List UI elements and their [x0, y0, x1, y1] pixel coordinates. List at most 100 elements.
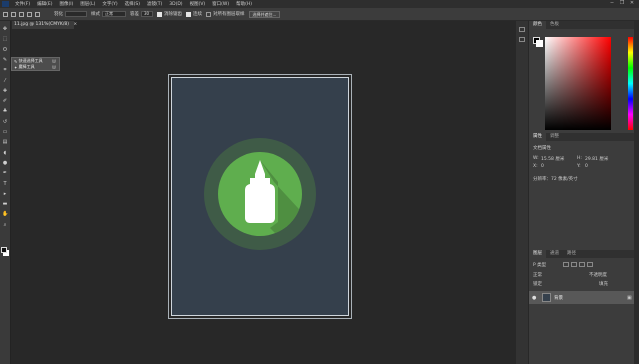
menu-type[interactable]: 文字(Y) — [102, 1, 117, 7]
new-selection-icon[interactable] — [11, 11, 16, 17]
sample-all-checkbox[interactable] — [206, 11, 211, 17]
menu-help[interactable]: 帮助(H) — [236, 1, 252, 7]
menu-filter[interactable]: 滤镜(T) — [147, 1, 162, 7]
document-properties-title: 文档属性 — [533, 146, 551, 151]
tab-properties[interactable]: 属性 — [529, 133, 546, 141]
type-icon[interactable]: T — [2, 181, 8, 187]
x-value[interactable]: 0 — [541, 164, 544, 169]
foreground-color-icon[interactable] — [1, 247, 7, 253]
tab-adjustments[interactable]: 调整 — [546, 133, 563, 141]
dodge-icon[interactable]: ● — [2, 160, 8, 166]
photoshop-logo-icon — [2, 1, 9, 7]
y-label: Y: — [577, 164, 581, 169]
eraser-icon[interactable]: ▭ — [2, 130, 8, 135]
sample-size-select[interactable] — [65, 11, 87, 17]
height-value[interactable]: 29.81 厘米 — [585, 156, 608, 162]
hue-slider[interactable] — [628, 37, 633, 130]
blend-mode-select[interactable]: 正常 — [533, 272, 542, 278]
layer-filter-select[interactable]: P 类型 — [533, 262, 546, 268]
size-field[interactable]: 30 — [141, 11, 153, 17]
menu-select[interactable]: 选择(S) — [125, 1, 140, 7]
tool-preset-icon[interactable] — [3, 11, 8, 17]
tool-flyout-menu: ✎ 快速选择工具 W ✦ 魔棒工具 W — [11, 57, 60, 71]
history-brush-icon[interactable]: ↺ — [2, 119, 8, 125]
marquee-icon[interactable]: ⬚ — [2, 37, 8, 42]
tab-paths[interactable]: 路径 — [563, 250, 580, 258]
intersect-selection-icon[interactable] — [35, 11, 40, 17]
properties-panel-tabs: 属性 调整 — [529, 133, 639, 141]
background-color-swatch[interactable] — [536, 40, 543, 47]
menu-window[interactable]: 窗口(W) — [212, 1, 229, 7]
menu-image[interactable]: 图像(I) — [59, 1, 73, 7]
tab-layers[interactable]: 图层 — [529, 250, 546, 258]
pixel-filter-icon[interactable] — [563, 262, 569, 267]
width-label: W: — [533, 156, 539, 161]
close-tab-icon[interactable]: × — [73, 22, 77, 27]
layer-filter-icons — [563, 262, 595, 267]
shape-icon[interactable]: ▬ — [2, 202, 8, 207]
lock-label: 锁定 — [533, 282, 542, 287]
zoom-icon[interactable]: ⌕ — [2, 222, 8, 228]
heal-icon[interactable]: ✚ — [2, 88, 8, 94]
color-picker-field[interactable] — [545, 37, 611, 130]
menu-edit[interactable]: 编辑(E) — [37, 1, 52, 7]
blur-icon[interactable]: ◖ — [2, 150, 8, 156]
pen-icon[interactable]: ✒ — [2, 171, 8, 176]
maximize-icon[interactable]: ❐ — [617, 0, 627, 6]
quick-select-icon[interactable]: ✎ — [2, 57, 8, 63]
hand-icon[interactable]: ✋ — [2, 212, 8, 217]
visibility-eye-icon[interactable]: ● — [532, 295, 536, 301]
flyout-item-magic-wand[interactable]: ✦ 魔棒工具 W — [12, 64, 59, 70]
antialias-label: 消除锯齿 — [164, 12, 182, 17]
adjustment-filter-icon[interactable] — [571, 262, 577, 267]
menu-bar: 文件(F) 编辑(E) 图像(I) 图层(L) 文字(Y) 选择(S) 滤镜(T… — [0, 0, 639, 8]
antialias-checkbox[interactable] — [157, 11, 162, 17]
history-panel-icon[interactable] — [519, 27, 525, 32]
width-value[interactable]: 15.58 厘米 — [541, 156, 564, 162]
options-bar: 羽化 样式 正常 容差 30 消除锯齿 连续 对所有图层取样 选择并遮住... — [0, 8, 639, 21]
contiguous-checkbox[interactable] — [186, 11, 191, 17]
layer-thumbnail — [542, 293, 551, 302]
menu-file[interactable]: 文件(F) — [15, 1, 30, 7]
flyout-shortcut: W — [52, 58, 56, 64]
height-label: H: — [577, 156, 582, 161]
select-and-mask-button[interactable]: 选择并遮住... — [248, 10, 281, 18]
color-panel-tabs: 颜色 色板 — [529, 21, 639, 29]
window-controls: ─ ❐ ✕ — [607, 0, 637, 6]
add-selection-icon[interactable] — [19, 11, 24, 17]
style-select[interactable]: 正常 — [102, 11, 126, 17]
brush-icon[interactable]: ✐ — [2, 99, 8, 104]
stamp-icon[interactable]: ♣ — [2, 109, 8, 114]
layer-lock-icon: ▣ — [627, 295, 632, 301]
contiguous-label: 连续 — [193, 12, 202, 17]
close-icon[interactable]: ✕ — [627, 0, 637, 6]
type-filter-icon[interactable] — [579, 262, 585, 267]
flyout-item-label: 魔棒工具 — [18, 64, 35, 69]
resolution-text: 分辨率：72 像素/英寸 — [533, 177, 578, 182]
lasso-icon[interactable]: ʘ — [2, 47, 8, 53]
document-tab[interactable]: 11.jpg @ 131%(CMYK/8) × — [12, 21, 77, 29]
menu-view[interactable]: 视图(V) — [190, 1, 206, 7]
panel-icon-strip — [516, 21, 528, 364]
path-select-icon[interactable]: ▸ — [2, 191, 8, 197]
menu-3d[interactable]: 3D(D) — [169, 2, 182, 7]
fill-label: 填充 — [599, 282, 608, 287]
subtract-selection-icon[interactable] — [27, 11, 32, 17]
y-value[interactable]: 0 — [585, 164, 588, 169]
tab-channels[interactable]: 通道 — [546, 250, 563, 258]
shape-filter-icon[interactable] — [587, 262, 593, 267]
layer-name[interactable]: 背景 — [554, 295, 563, 301]
feather-label: 羽化 — [54, 12, 63, 17]
menu-layer[interactable]: 图层(L) — [80, 1, 95, 7]
tab-swatches[interactable]: 色板 — [546, 21, 563, 29]
move-icon[interactable]: ✥ — [2, 27, 8, 32]
tab-color[interactable]: 颜色 — [529, 21, 546, 29]
eyedropper-icon[interactable]: ⁄ — [2, 78, 8, 84]
layers-panel-tabs: 图层 通道 路径 — [529, 250, 639, 258]
minimize-icon[interactable]: ─ — [607, 0, 617, 6]
actions-panel-icon[interactable] — [519, 37, 525, 42]
crop-icon[interactable]: ⌗ — [2, 68, 8, 73]
right-scrollbar[interactable] — [634, 21, 639, 364]
gradient-icon[interactable]: ▤ — [2, 140, 8, 145]
document-title: 11.jpg @ 131%(CMYK/8) — [14, 22, 69, 27]
